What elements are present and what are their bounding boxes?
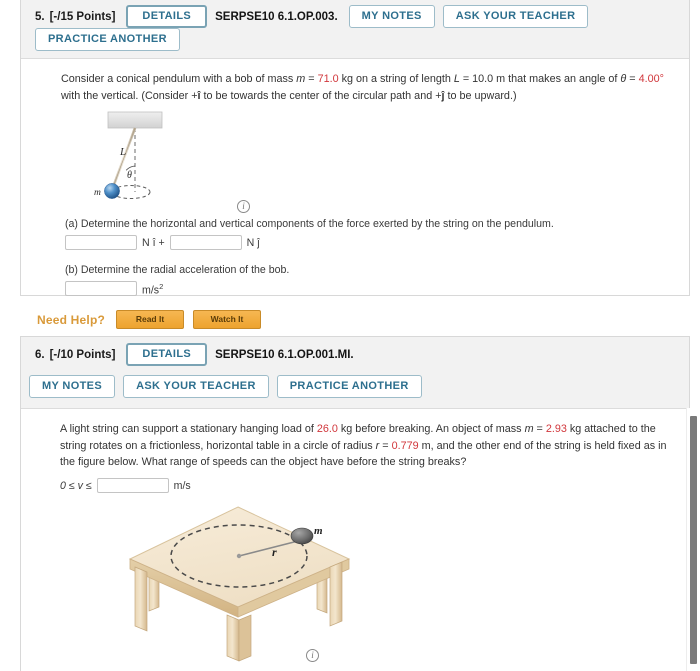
- question-card-6: 6. [-/10 Points] DETAILS SERPSE10 6.1.OP…: [20, 336, 690, 671]
- need-help-label-5: Need Help?: [37, 312, 106, 327]
- problem-5-mass-value: 71.0: [317, 73, 339, 85]
- part-b-unit-base: m/s: [142, 284, 160, 297]
- part-b-acceleration-input[interactable]: [65, 281, 137, 297]
- conical-pendulum-figure: L θ m i: [65, 108, 675, 218]
- table-diagram: r m: [128, 506, 351, 662]
- my-notes-button-5[interactable]: MY NOTES: [348, 5, 435, 28]
- question-5-points: [-/15 Points]: [49, 10, 116, 23]
- problem-6-eq2: =: [379, 439, 392, 452]
- ask-your-teacher-button-5[interactable]: ASK YOUR TEACHER: [442, 5, 589, 28]
- problem-5-eq2: = 10.0 m that makes an angle of: [459, 73, 621, 85]
- question-5-part-b-answer-row: m/s2: [65, 281, 675, 297]
- practice-another-button-5[interactable]: PRACTICE ANOTHER: [35, 28, 180, 51]
- part-a-horizontal-input[interactable]: [65, 235, 137, 251]
- speed-range-unit: m/s: [173, 479, 191, 492]
- problem-6-seg2: kg before breaking. An object of mass: [337, 423, 525, 435]
- exercise-page: 5. [-/15 Points] DETAILS SERPSE10 6.1.OP…: [0, 0, 700, 671]
- question-6-points: [-/10 Points]: [49, 348, 116, 361]
- question-6-problem-text: A light string can support a stationary …: [60, 421, 675, 471]
- problem-6-radius-value: 0.779: [391, 439, 419, 452]
- problem-5-angle-value: 4.00°: [638, 73, 664, 85]
- problem-5-m-symbol: m: [296, 73, 306, 85]
- question-card-5: 5. [-/15 Points] DETAILS SERPSE10 6.1.OP…: [20, 0, 690, 329]
- question-5-code: SERPSE10 6.1.OP.003.: [215, 10, 338, 23]
- conical-pendulum-diagram: L θ m: [94, 112, 163, 200]
- question-6-header-row1: 6. [-/10 Points] DETAILS SERPSE10 6.1.OP…: [35, 343, 681, 366]
- problem-6-eq1: =: [533, 423, 546, 435]
- question-5-number: 5.: [35, 10, 45, 23]
- practice-another-button-6[interactable]: PRACTICE ANOTHER: [276, 375, 422, 398]
- problem-5-seg3: with the vertical. (Consider +: [61, 89, 198, 102]
- question-5-header: 5. [-/15 Points] DETAILS SERPSE10 6.1.OP…: [21, 0, 689, 59]
- problem-6-seg1: A light string can support a stationary …: [60, 423, 317, 435]
- problem-5-seg1: Consider a conical pendulum with a bob o…: [61, 73, 297, 85]
- problem-5-seg4: to be towards the center of the circular…: [200, 89, 442, 102]
- watch-it-button-5[interactable]: Watch It: [193, 310, 262, 329]
- pendulum-mass-label: m: [94, 188, 101, 198]
- question-5-part-a-answer-row: N î + N ĵ: [65, 235, 675, 251]
- problem-5-seg5: to be upward.): [444, 89, 517, 102]
- problem-5-eq1: =: [305, 73, 318, 85]
- question-5-part-b-prompt: (b) Determine the radial acceleration of…: [65, 264, 290, 277]
- question-5-problem-text: Consider a conical pendulum with a bob o…: [61, 71, 675, 104]
- question-6-answer-row: 0 ≤ v ≤ m/s: [60, 478, 675, 494]
- part-a-vertical-input[interactable]: [169, 235, 242, 251]
- read-it-button-5[interactable]: Read It: [116, 310, 185, 329]
- ask-your-teacher-button-6[interactable]: ASK YOUR TEACHER: [123, 375, 269, 398]
- speed-range-input[interactable]: [96, 478, 169, 494]
- pendulum-angle-label: θ: [127, 170, 132, 181]
- my-notes-button-6[interactable]: MY NOTES: [29, 375, 116, 398]
- problem-6-load-value: 26.0: [316, 423, 338, 435]
- table-radius-label: r: [272, 545, 277, 559]
- question-6-number: 6.: [35, 348, 45, 361]
- question-6-body: A light string can support a stationary …: [21, 409, 689, 671]
- scrollbar-thumb[interactable]: [690, 416, 697, 664]
- problem-5-seg2: kg on a string of length: [338, 73, 454, 85]
- details-button-6[interactable]: DETAILS: [126, 343, 208, 366]
- question-6-header: 6. [-/10 Points] DETAILS SERPSE10 6.1.OP…: [21, 337, 689, 409]
- part-b-unit-exponent: 2: [159, 281, 164, 291]
- part-a-unit-i: N î +: [142, 236, 165, 249]
- rotating-object-table-figure: r m i: [61, 501, 675, 671]
- problem-6-m-symbol: m: [524, 423, 534, 435]
- question-5-part-a-prompt: (a) Determine the horizontal and vertica…: [65, 218, 554, 231]
- question-6-code: SERPSE10 6.1.OP.001.MI.: [215, 348, 354, 361]
- pendulum-length-label: L: [119, 146, 126, 158]
- problem-6-mass-value: 2.93: [545, 423, 567, 435]
- speed-range-prefix: 0 ≤ v ≤: [60, 479, 92, 492]
- problem-5-eq3: =: [626, 73, 639, 85]
- question-6-header-row2: MY NOTES ASK YOUR TEACHER PRACTICE ANOTH…: [29, 375, 675, 398]
- details-button-5[interactable]: DETAILS: [126, 5, 208, 28]
- part-b-unit: m/s2: [142, 282, 163, 297]
- table-mass-label: m: [314, 525, 323, 537]
- part-a-unit-j: N ĵ: [246, 236, 260, 249]
- question-5-body: Consider a conical pendulum with a bob o…: [21, 59, 689, 339]
- need-help-row-5: Need Help? Read It Watch It: [37, 310, 675, 329]
